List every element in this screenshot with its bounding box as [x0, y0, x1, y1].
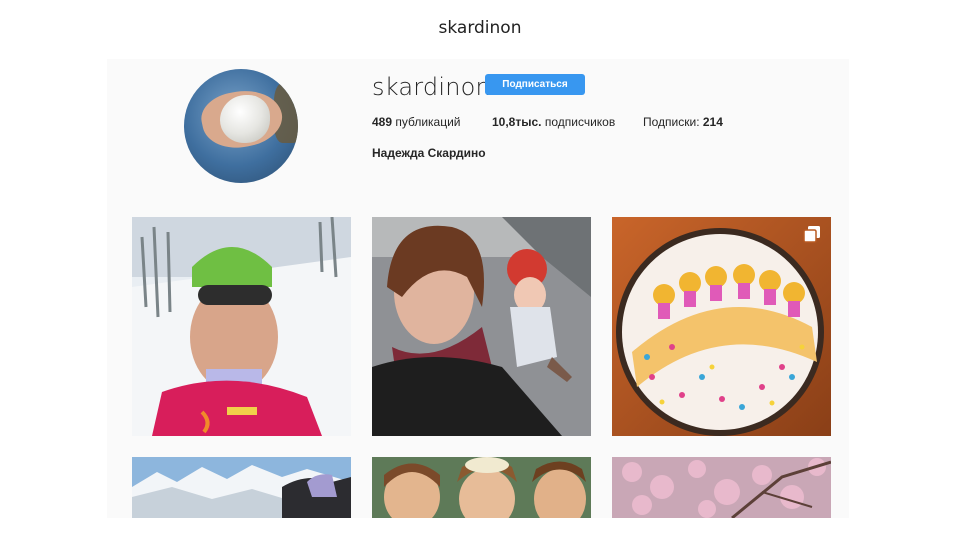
avatar-stone: [220, 95, 270, 143]
profile-username: skardinon: [372, 73, 491, 101]
following-count: 214: [702, 115, 723, 129]
slide-title: skardinon: [438, 18, 522, 38]
profile-full-name: Надежда Скардино: [372, 146, 486, 160]
profile-avatar[interactable]: [184, 69, 298, 183]
post-thumbnail-skier-selfie[interactable]: [132, 217, 351, 436]
post-thumbnail-mother-daughter[interactable]: [372, 217, 591, 436]
following-stat[interactable]: Подписки: 214: [643, 115, 723, 129]
following-label: Подписки:: [643, 115, 700, 129]
posts-label: публикаций: [395, 115, 461, 129]
followers-stat[interactable]: 10,8тыс. подписчиков: [492, 115, 615, 129]
post-thumbnail-children-photo[interactable]: [372, 457, 591, 518]
post-thumbnail-cake[interactable]: [612, 217, 831, 436]
instagram-profile-screenshot: skardinon Подписаться 489 публикаций 10,…: [107, 59, 849, 518]
followers-count: 10,8тыс.: [492, 115, 542, 129]
carousel-icon: [803, 226, 820, 243]
follow-button[interactable]: Подписаться: [485, 74, 585, 95]
posts-count-stat: 489 публикаций: [372, 115, 461, 129]
followers-label: подписчиков: [544, 115, 616, 129]
posts-count: 489: [372, 115, 393, 129]
post-thumbnail-blossoms[interactable]: [612, 457, 831, 518]
post-thumbnail-mountains[interactable]: [132, 457, 351, 518]
